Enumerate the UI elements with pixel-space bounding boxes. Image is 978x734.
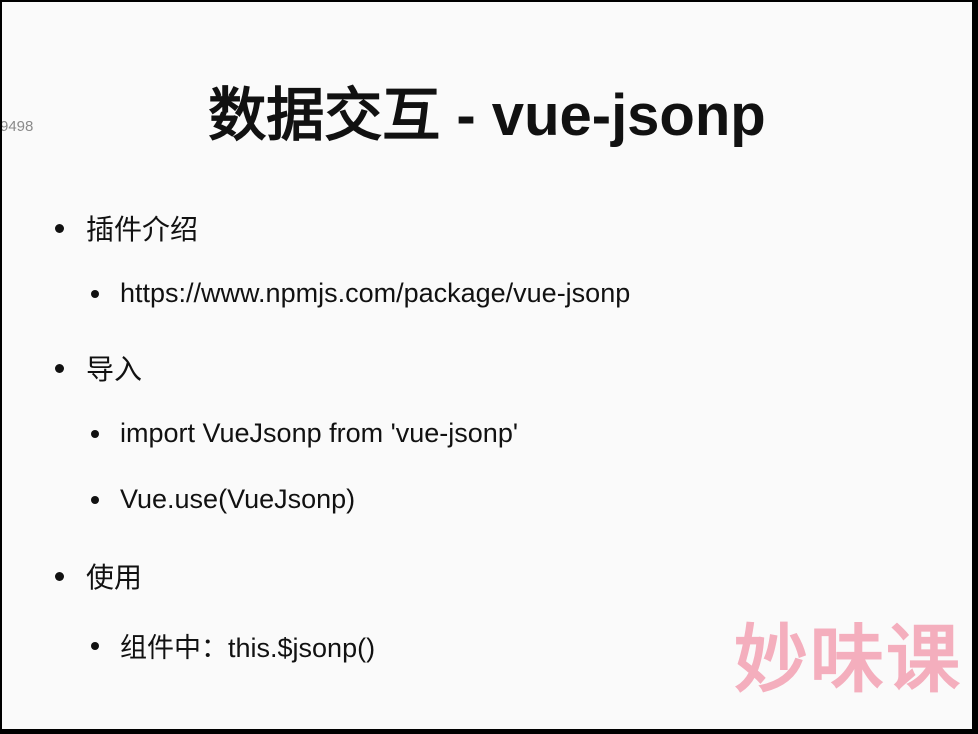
sub-bullet-item: import VueJsonp from 'vue-jsonp' xyxy=(91,418,518,449)
bullet-item: 导入 xyxy=(55,348,142,388)
sub-bullet-text: Vue.use(VueJsonp) xyxy=(120,484,356,514)
slide: 9498 数据交互 - vue-jsonp 插件介绍 https://www.n… xyxy=(2,2,972,729)
bullet-dot-icon xyxy=(91,495,99,504)
bullet-item: 插件介绍 xyxy=(55,208,198,248)
slide-title: 数据交互 - vue-jsonp xyxy=(208,83,766,148)
bullet-dot-icon xyxy=(91,289,99,298)
bullet-item: 使用 xyxy=(55,556,142,596)
watermark-logo: 妙味课 xyxy=(734,617,962,703)
sub-bullet-text: 组件中：this.$jsonp() xyxy=(120,633,376,663)
bullet-text: 导入 xyxy=(86,354,143,385)
sub-bullet-item: https://www.npmjs.com/package/vue-jsonp xyxy=(91,278,630,309)
bullet-dot-icon xyxy=(91,641,99,650)
bullet-text: 插件介绍 xyxy=(86,214,199,245)
bullet-dot-icon xyxy=(55,571,64,581)
bullet-dot-icon xyxy=(55,363,64,373)
bullet-dot-icon xyxy=(91,429,99,438)
bullet-dot-icon xyxy=(55,223,64,233)
sub-bullet-text: https://www.npmjs.com/package/vue-jsonp xyxy=(120,278,631,308)
sub-bullet-item: 组件中：this.$jsonp() xyxy=(91,626,375,665)
sub-bullet-text: import VueJsonp from 'vue-jsonp' xyxy=(120,418,518,448)
sub-bullet-item: Vue.use(VueJsonp) xyxy=(91,484,355,515)
bullet-text: 使用 xyxy=(86,562,143,593)
